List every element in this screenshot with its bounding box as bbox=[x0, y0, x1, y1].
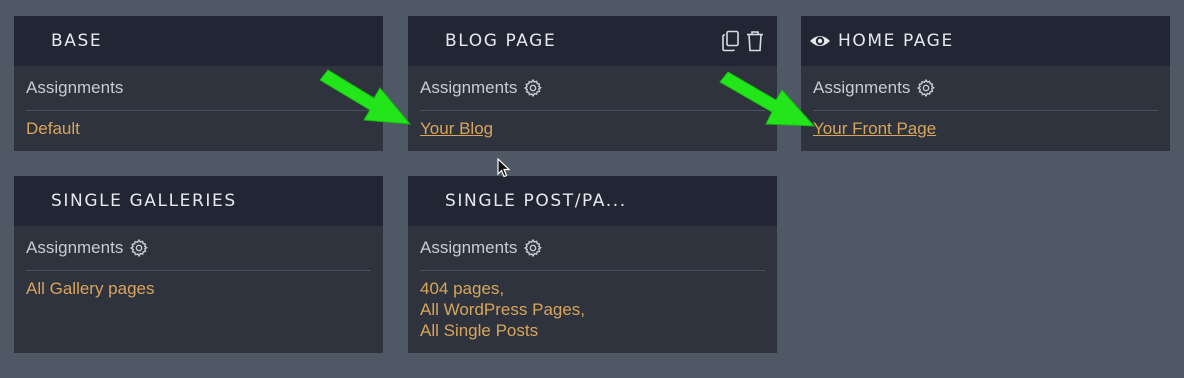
layout-card-single-post: SINGLE POST/PA... Assignments 404 pages,… bbox=[408, 176, 777, 353]
assignment-values: Your Front Page bbox=[813, 111, 1158, 139]
mouse-cursor-icon bbox=[497, 158, 511, 178]
gear-icon[interactable] bbox=[129, 238, 149, 258]
assignments-row: Assignments bbox=[26, 226, 371, 271]
gear-icon[interactable] bbox=[523, 78, 543, 98]
assignment-values: Your Blog bbox=[420, 111, 765, 139]
assignments-label: Assignments bbox=[26, 78, 124, 97]
copy-icon[interactable] bbox=[721, 30, 741, 52]
card-title: HOME PAGE bbox=[838, 31, 954, 51]
card-header[interactable]: SINGLE POST/PA... bbox=[408, 176, 777, 226]
assignment-value: 404 pages, bbox=[420, 279, 505, 298]
assignments-label: Assignments bbox=[420, 238, 518, 257]
assignment-value: All WordPress Pages, bbox=[420, 300, 586, 319]
card-actions bbox=[721, 30, 765, 52]
assignments-label: Assignments bbox=[420, 78, 518, 97]
eye-icon bbox=[809, 32, 831, 50]
card-header[interactable]: BLOG PAGE bbox=[408, 16, 777, 66]
trash-icon[interactable] bbox=[745, 30, 765, 52]
card-header[interactable]: HOME PAGE bbox=[801, 16, 1170, 66]
assignments-row: Assignments bbox=[420, 66, 765, 111]
assignments-row: Assignments bbox=[420, 226, 765, 271]
assignment-values: 404 pages, All WordPress Pages, All Sing… bbox=[420, 271, 765, 341]
assignment-link[interactable]: Your Front Page bbox=[813, 118, 1158, 139]
assignments-label: Assignments bbox=[813, 78, 911, 97]
card-title: SINGLE POST/PA... bbox=[445, 191, 627, 211]
card-title: BLOG PAGE bbox=[445, 31, 557, 51]
assignment-link[interactable]: Your Blog bbox=[420, 118, 765, 139]
green-arrow-annotation bbox=[319, 69, 412, 125]
assignment-values: All Gallery pages bbox=[26, 271, 371, 299]
assignments-row: Assignments bbox=[813, 66, 1158, 111]
gear-icon[interactable] bbox=[916, 78, 936, 98]
card-header[interactable]: BASE bbox=[14, 16, 383, 66]
assignments-label: Assignments bbox=[26, 238, 124, 257]
card-header[interactable]: SINGLE GALLERIES bbox=[14, 176, 383, 226]
layout-card-single-galleries: SINGLE GALLERIES Assignments All Gallery… bbox=[14, 176, 383, 353]
assignment-value: All Gallery pages bbox=[26, 279, 155, 298]
gear-icon[interactable] bbox=[523, 238, 543, 258]
card-title: SINGLE GALLERIES bbox=[51, 191, 237, 211]
layout-card-home-page: HOME PAGE Assignments Your Front Page bbox=[801, 16, 1170, 151]
card-title: BASE bbox=[51, 31, 103, 51]
green-arrow-annotation bbox=[719, 71, 816, 127]
assignment-value: All Single Posts bbox=[420, 321, 539, 340]
